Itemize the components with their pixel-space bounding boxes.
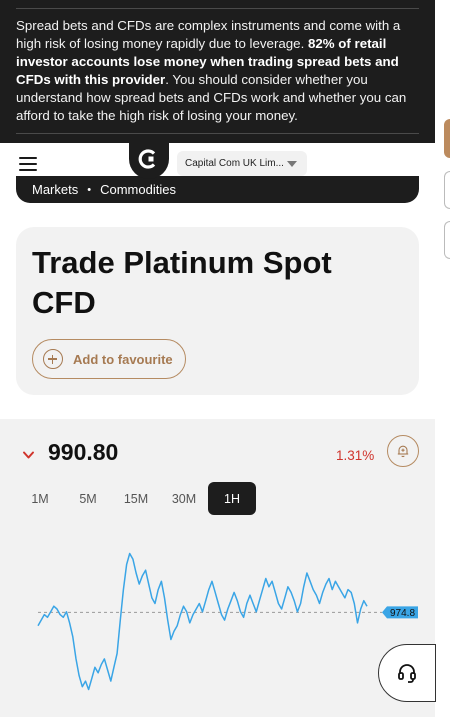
timeframe-5m[interactable]: 5M — [64, 482, 112, 515]
price-change-percent: 1.31% — [336, 448, 375, 463]
side-tab[interactable] — [444, 119, 450, 158]
bell-plus-icon — [397, 445, 409, 458]
price-series-line — [37, 552, 368, 691]
support-button[interactable] — [378, 644, 436, 702]
timeframe-1h[interactable]: 1H — [208, 482, 256, 515]
price-down-icon — [23, 451, 34, 459]
risk-warning-text: Spread bets and CFDs are complex instrum… — [16, 18, 407, 123]
entity-select-value: Capital Com UK Lim... — [185, 158, 283, 169]
price-chart[interactable]: 974.8 — [0, 530, 435, 717]
capital-com-logo[interactable] — [129, 139, 169, 179]
reference-price-label: 974.8 — [390, 608, 415, 619]
timeframe-selector: 1M 5M 15M 30M 1H — [16, 482, 256, 515]
side-tab[interactable] — [444, 171, 450, 209]
divider — [16, 133, 419, 134]
hamburger-icon[interactable] — [19, 157, 37, 171]
timeframe-1m[interactable]: 1M — [16, 482, 64, 515]
price-alert-button[interactable] — [387, 435, 419, 467]
page-title: Trade Platinum Spot CFD — [32, 245, 332, 320]
current-price: 990.80 — [48, 439, 119, 465]
reference-price-tag: 974.8 — [382, 606, 418, 619]
side-tab[interactable] — [444, 221, 450, 259]
breadcrumb-item-markets[interactable]: Markets — [32, 182, 78, 197]
entity-select[interactable]: Capital Com UK Lim... — [177, 151, 307, 176]
risk-warning-banner: Spread bets and CFDs are complex instrum… — [0, 0, 435, 143]
logo-mark-icon — [138, 149, 156, 169]
headset-icon — [398, 664, 416, 683]
timeframe-30m[interactable]: 30M — [160, 482, 208, 515]
breadcrumb: Markets • Commodities — [16, 176, 419, 203]
divider — [16, 8, 419, 9]
timeframe-15m[interactable]: 15M — [112, 482, 160, 515]
chevron-down-icon — [287, 161, 297, 167]
plus-circle-icon — [43, 349, 63, 369]
breadcrumb-separator: • — [87, 183, 92, 196]
add-to-favourite-button[interactable]: Add to favourite — [32, 339, 186, 379]
add-to-favourite-label: Add to favourite — [73, 351, 173, 367]
breadcrumb-item-commodities[interactable]: Commodities — [100, 182, 176, 197]
